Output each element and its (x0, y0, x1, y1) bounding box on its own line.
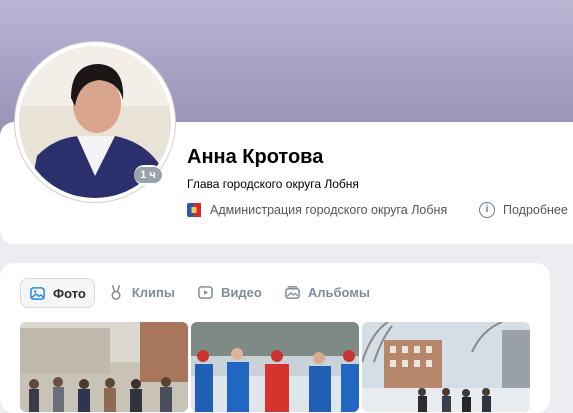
more-info-link[interactable]: i Подробнее (479, 201, 568, 219)
clips-icon (111, 284, 121, 300)
tab-albums[interactable]: Альбомы (275, 278, 379, 306)
albums-icon (284, 285, 300, 299)
photo-thumbnail[interactable] (20, 322, 188, 412)
organization-link[interactable]: Администрация городского округа Лобня (187, 201, 447, 219)
organization-name: Администрация городского округа Лобня (210, 203, 448, 217)
media-tabs: Фото Клипы Видео Альбомы (20, 278, 383, 308)
photo-thumbnail[interactable] (362, 322, 530, 412)
more-info-label: Подробнее (503, 203, 568, 217)
photo-hockey-teams (191, 322, 359, 412)
photo-icon (30, 286, 45, 300)
tab-photos[interactable]: Фото (20, 278, 95, 308)
tab-clips-label: Клипы (131, 284, 175, 300)
photo-street-buildings (362, 322, 530, 412)
online-status-text: 1 ч (134, 167, 162, 183)
photo-thumbnail[interactable] (191, 322, 359, 412)
photo-building-interior (20, 322, 188, 412)
city-flag-icon (187, 203, 201, 217)
tab-photos-label: Фото (53, 285, 86, 301)
profile-name: Анна Кротова (187, 146, 324, 168)
info-icon: i (479, 202, 495, 218)
profile-status: Глава городского округа Лобня (187, 177, 359, 191)
photo-strip (20, 322, 533, 412)
tab-video-label: Видео (221, 284, 262, 300)
tab-video[interactable]: Видео (188, 278, 271, 306)
tab-clips[interactable]: Клипы (99, 278, 184, 306)
tab-albums-label: Альбомы (307, 284, 370, 300)
online-status-badge: 1 ч (134, 165, 162, 185)
video-icon (198, 285, 213, 299)
